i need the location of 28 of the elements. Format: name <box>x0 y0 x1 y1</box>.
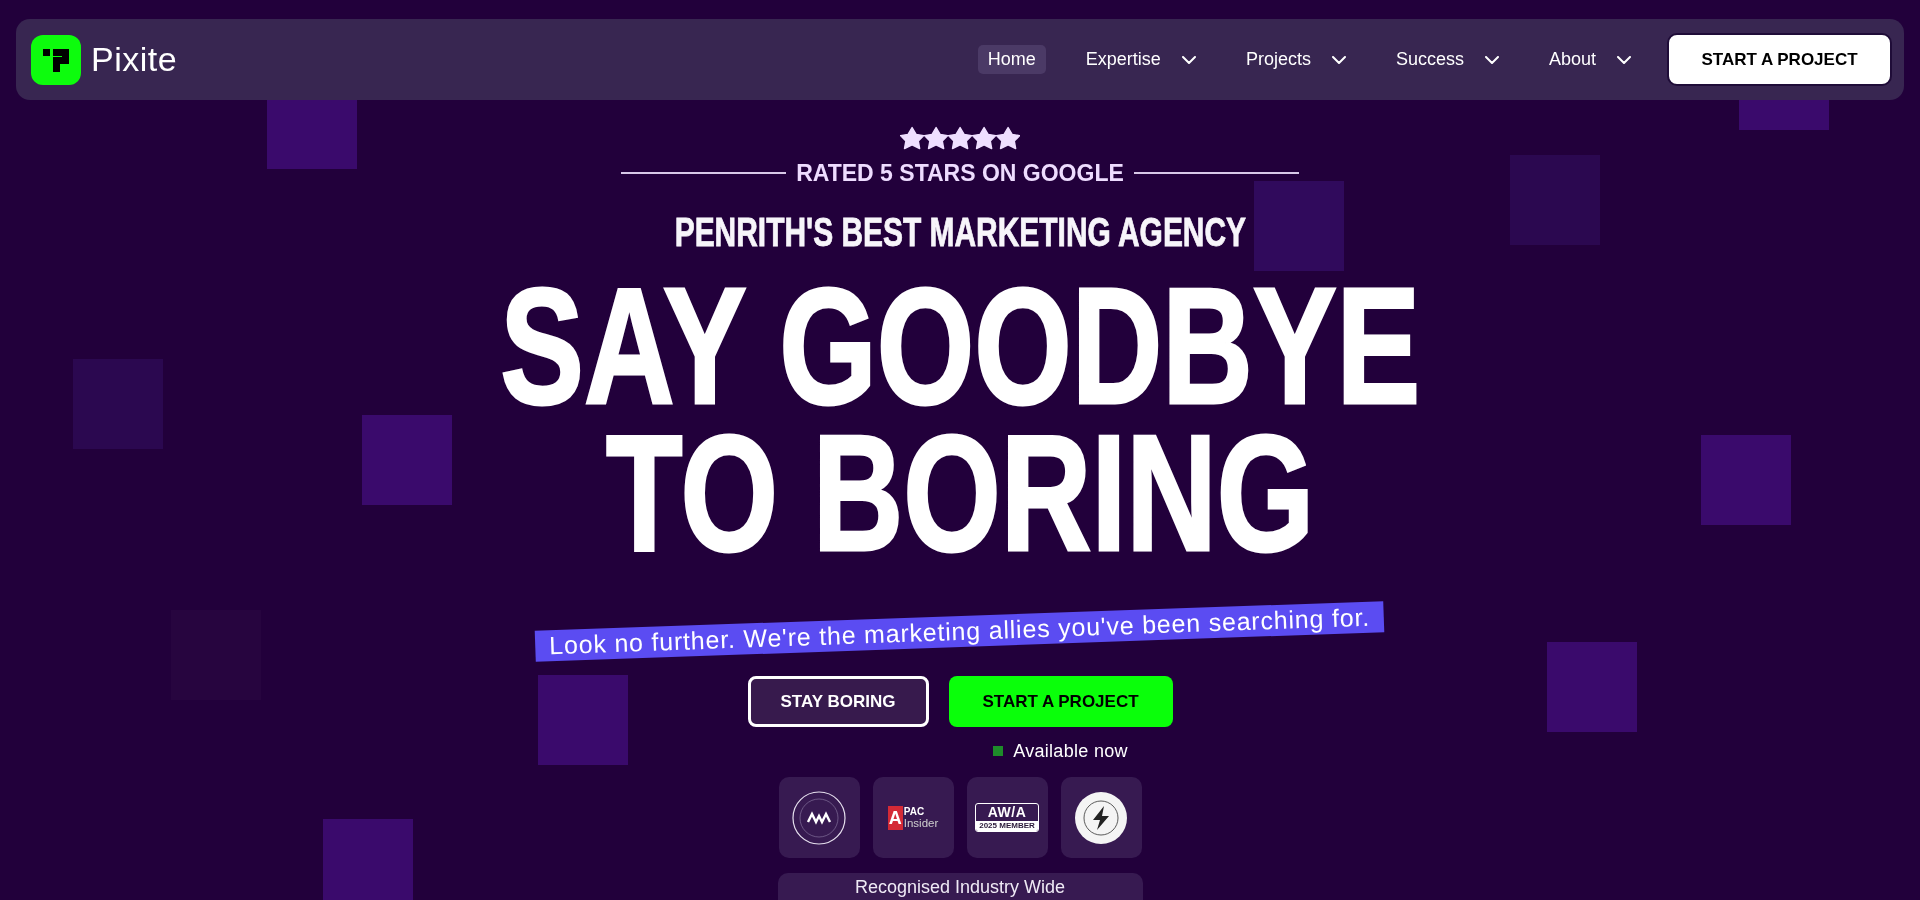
tagline-banner: Look no further. We're the marketing allies you've been searching for. <box>535 601 1385 662</box>
star-icon <box>996 126 1020 150</box>
hero-eyebrow: PENRITH'S BEST MARKETING AGENCY <box>674 212 1246 253</box>
nav-item[interactable]: Success <box>1385 45 1509 74</box>
badge-logo-subtitle: Insider <box>903 817 939 829</box>
award-seal-icon <box>1075 791 1127 844</box>
star-icon <box>948 126 972 150</box>
star-icon <box>924 126 948 150</box>
badges-caption: Recognised Industry Wide <box>777 873 1143 900</box>
nav-item[interactable]: About <box>1538 45 1641 74</box>
badge-logo-title: AW/A <box>986 804 1028 821</box>
nav-item[interactable]: Home <box>977 45 1046 74</box>
logo-icon <box>31 34 81 85</box>
star-icon <box>972 126 996 150</box>
star-icon <box>900 126 924 150</box>
cta-button[interactable]: START A PROJECT <box>948 676 1173 727</box>
badge-logo-mark: A <box>887 805 903 830</box>
availability-label: Available now <box>1013 740 1128 762</box>
hero-headline: SAY GOODBYE TO BORING <box>500 273 1420 567</box>
nav-item[interactable]: Expertise <box>1075 45 1206 74</box>
rating-label: RATED 5 STARS ON GOOGLE <box>796 160 1124 186</box>
outline-button[interactable]: STAY BORING <box>747 676 929 727</box>
award-seal-icon <box>792 790 846 845</box>
badge-logo-title: PAC <box>903 806 926 817</box>
brand-link[interactable]: Pixite <box>31 34 178 85</box>
nav-item[interactable]: Projects <box>1235 45 1356 74</box>
badge-logo-subtitle: 2025 MEMBER <box>976 821 1038 831</box>
start-project-button[interactable]: START A PROJECT <box>1667 33 1892 86</box>
